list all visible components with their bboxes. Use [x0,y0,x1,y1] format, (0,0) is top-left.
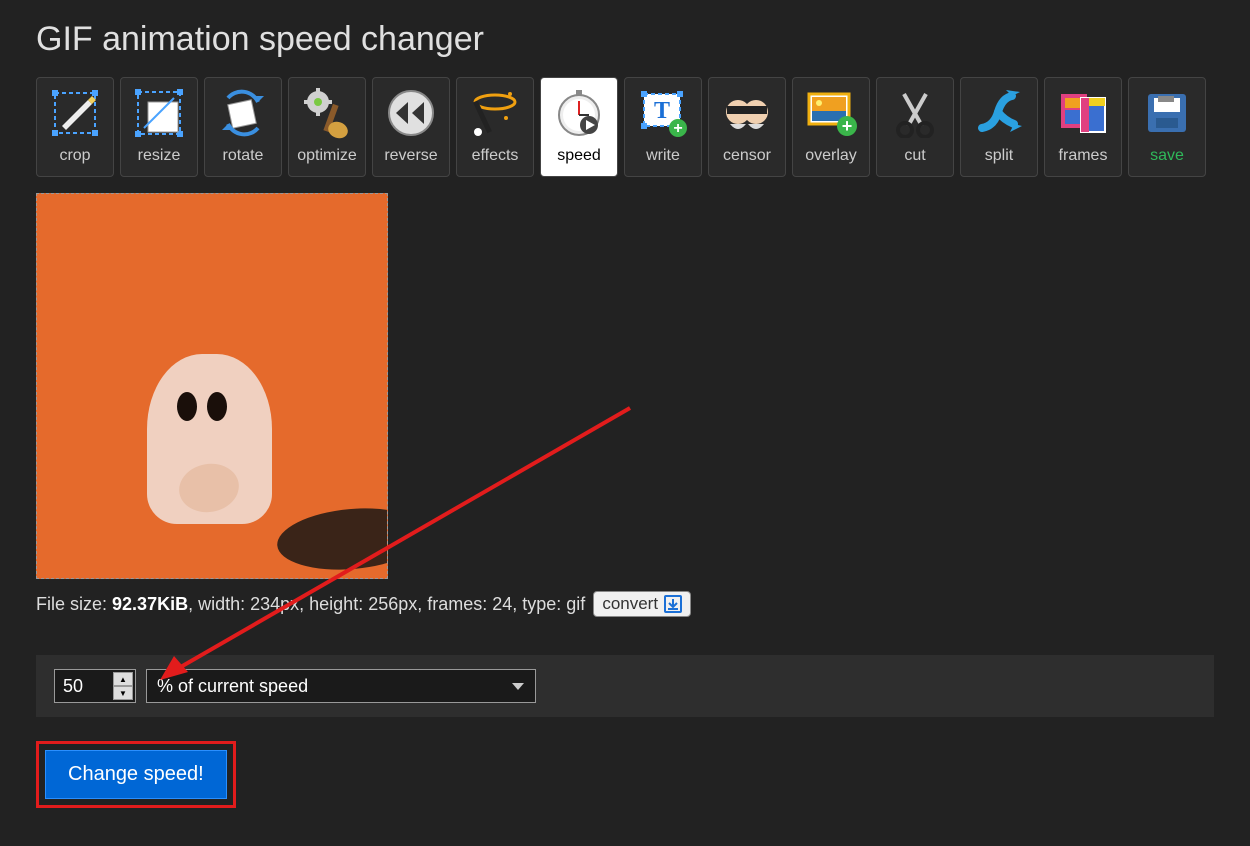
svg-text:+: + [842,116,853,136]
tool-label: optimize [297,147,357,165]
tool-label: censor [723,147,771,165]
svg-text:T: T [654,98,670,124]
tool-label: write [646,147,680,165]
tool-label: split [985,147,1013,165]
frames-icon [1054,84,1112,142]
tool-censor[interactable]: censor [708,77,786,177]
tool-label: frames [1059,147,1108,165]
tool-optimize[interactable]: optimize [288,77,366,177]
action-highlight: Change speed! [36,741,236,808]
split-icon [970,84,1028,142]
convert-button[interactable]: convert [593,591,691,617]
number-stepper[interactable]: ▲ ▼ [113,672,133,700]
toolbar: crop resize [36,77,1214,177]
crop-icon [46,84,104,142]
cut-icon [886,84,944,142]
optimize-icon [298,84,356,142]
write-icon: T + [634,84,692,142]
tool-save[interactable]: save [1128,77,1206,177]
tool-label: effects [472,147,519,165]
convert-label: convert [602,594,658,614]
speed-controls: ▲ ▼ % of current speed [36,655,1214,717]
stepper-up[interactable]: ▲ [113,672,133,686]
censor-icon [718,84,776,142]
reverse-icon [382,84,440,142]
tool-label: cut [904,147,925,165]
stepper-down[interactable]: ▼ [113,686,133,700]
change-speed-button[interactable]: Change speed! [45,750,227,799]
overlay-icon: + [802,84,860,142]
tool-cut[interactable]: cut [876,77,954,177]
svg-text:+: + [673,120,682,137]
tool-rotate[interactable]: rotate [204,77,282,177]
tool-split[interactable]: split [960,77,1038,177]
tool-crop[interactable]: crop [36,77,114,177]
tool-resize[interactable]: resize [120,77,198,177]
tool-effects[interactable]: effects [456,77,534,177]
file-size: 92.37KiB [112,594,188,614]
tool-speed[interactable]: speed [540,77,618,177]
tool-label: save [1150,147,1184,165]
file-info-prefix: File size: [36,594,112,614]
page-title: GIF animation speed changer [36,20,1214,59]
speed-unit-select[interactable]: % of current speed [146,669,536,703]
tool-label: resize [138,147,181,165]
tool-reverse[interactable]: reverse [372,77,450,177]
download-icon [664,595,682,613]
speed-icon [550,84,608,142]
tool-label: crop [59,147,90,165]
file-info: File size: 92.37KiB, width: 234px, heigh… [36,591,1214,617]
tool-overlay[interactable]: + overlay [792,77,870,177]
rotate-icon [214,84,272,142]
tool-label: speed [557,147,601,165]
tool-label: reverse [384,147,437,165]
tool-label: rotate [223,147,264,165]
file-info-rest: , width: 234px, height: 256px, frames: 2… [188,594,585,614]
gif-preview [36,193,388,579]
effects-icon [466,84,524,142]
tool-write[interactable]: T + write [624,77,702,177]
resize-icon [130,84,188,142]
tool-frames[interactable]: frames [1044,77,1122,177]
save-icon [1138,84,1196,142]
tool-label: overlay [805,147,857,165]
